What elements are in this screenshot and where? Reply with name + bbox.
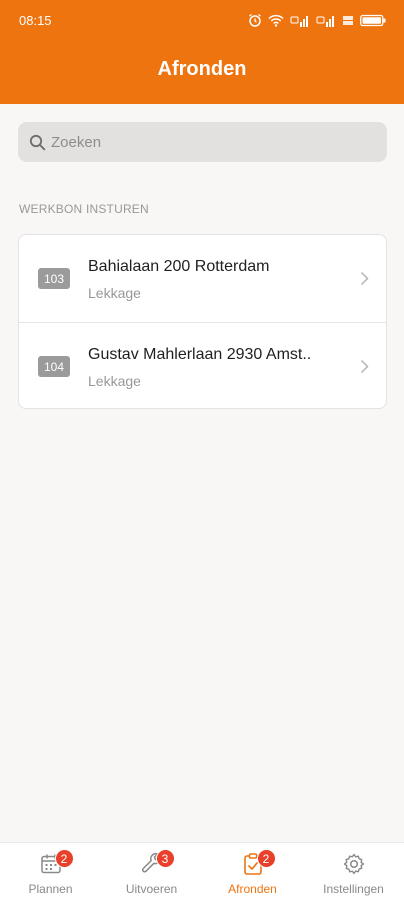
- status-icons: [248, 13, 386, 27]
- search-bar[interactable]: [18, 122, 387, 162]
- tab-afronden[interactable]: 2 Afronden: [202, 843, 303, 900]
- work-order-address: Bahialaan 200 Rotterdam: [88, 258, 270, 275]
- work-order-row[interactable]: 103 Bahialaan 200 Rotterdam Lekkage: [19, 235, 386, 322]
- work-order-number: 104: [38, 356, 70, 377]
- work-order-list: 103 Bahialaan 200 Rotterdam Lekkage 104 …: [18, 234, 387, 409]
- data-speed-icon: [343, 15, 353, 25]
- bottom-tab-bar: 2 Plannen 3 Uitvoeren 2 Afronden Instell…: [0, 842, 404, 900]
- status-time: 08:15: [19, 12, 52, 28]
- work-order-address: Gustav Mahlerlaan 2930 Amst..: [88, 346, 312, 363]
- work-order-number: 103: [38, 268, 70, 289]
- tab-label: Uitvoeren: [125, 882, 178, 896]
- signal-icon-2: [316, 15, 334, 27]
- work-order-row[interactable]: 104 Gustav Mahlerlaan 2930 Amst.. Lekkag…: [19, 322, 386, 408]
- search-icon: [29, 134, 46, 150]
- page-title: Afronden: [157, 58, 247, 80]
- tab-badge: 3: [155, 849, 175, 868]
- section-label: WERKBON INSTUREN: [19, 202, 149, 216]
- status-bar: 08:15: [0, 0, 404, 40]
- tab-badge: 2: [256, 849, 276, 868]
- work-order-type: Lekkage: [88, 285, 141, 301]
- search-input[interactable]: [51, 133, 371, 151]
- app-header: 08:15 Afronden: [0, 0, 404, 104]
- tab-uitvoeren[interactable]: 3 Uitvoeren: [101, 843, 202, 900]
- tab-label: Afronden: [228, 882, 277, 896]
- gear-icon: [343, 853, 364, 875]
- chevron-right-icon: [360, 359, 369, 374]
- chevron-right-icon: [360, 271, 369, 286]
- wifi-icon: [268, 14, 284, 27]
- tab-label: Plannen: [28, 882, 73, 896]
- work-order-type: Lekkage: [88, 373, 141, 389]
- tab-plannen[interactable]: 2 Plannen: [0, 843, 101, 900]
- alarm-icon: [249, 13, 261, 27]
- signal-icon-1: [290, 15, 308, 27]
- tab-instellingen[interactable]: Instellingen: [303, 843, 404, 900]
- tab-badge: 2: [54, 849, 74, 868]
- tab-label: Instellingen: [323, 882, 384, 896]
- battery-icon: [360, 14, 386, 26]
